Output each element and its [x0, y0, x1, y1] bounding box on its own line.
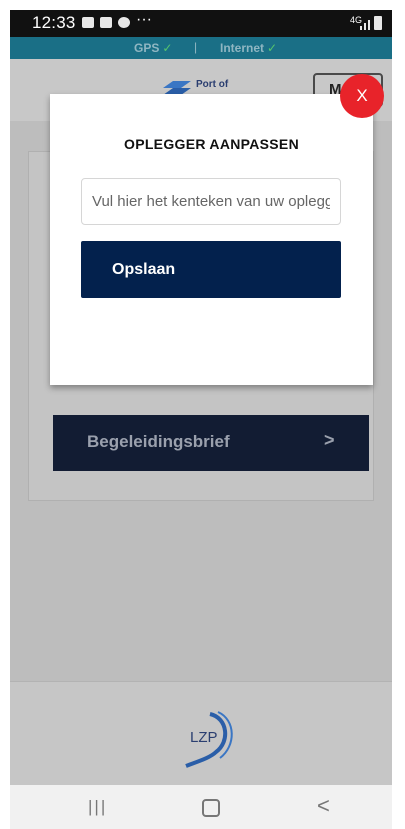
- footer: LZP: [10, 681, 392, 785]
- battery-icon: [374, 16, 382, 30]
- gallery-icon: [82, 17, 94, 28]
- modal-title: OPLEGGER AANPASSEN: [124, 136, 299, 152]
- chevron-right-icon: >: [324, 430, 335, 450]
- internet-label: Internet: [220, 41, 265, 55]
- message-icon: [100, 17, 112, 28]
- oplegger-modal: OPLEGGER AANPASSEN Opslaan: [50, 94, 373, 385]
- save-button[interactable]: Opslaan: [81, 241, 341, 298]
- license-plate-input[interactable]: [81, 178, 341, 225]
- begeleidingsbrief-button[interactable]: Begeleidingsbrief >: [53, 415, 369, 471]
- gps-label: GPS: [134, 41, 160, 55]
- more-notifications-icon: ···: [136, 11, 152, 28]
- begeleidingsbrief-label: Begeleidingsbrief: [87, 432, 230, 451]
- status-time: 12:33: [32, 13, 76, 32]
- lzp-logo-text: LZP: [190, 729, 218, 746]
- port-logo-text: Port of: [196, 79, 229, 90]
- back-button[interactable]: <: [317, 793, 330, 819]
- internet-check-icon: ✓: [267, 41, 278, 55]
- gps-status: GPS ✓: [134, 41, 172, 55]
- connectivity-bar: GPS ✓ | Internet ✓: [10, 37, 392, 59]
- home-button[interactable]: [202, 799, 220, 817]
- recent-apps-button[interactable]: |||: [88, 797, 107, 817]
- app-notification-icon: [118, 17, 130, 28]
- close-button[interactable]: X: [340, 74, 384, 118]
- status-separator: |: [194, 40, 198, 54]
- system-nav-bar: ||| <: [10, 785, 392, 829]
- signal-icon: [360, 20, 370, 30]
- status-bar: 12:33 ··· 4G: [10, 10, 392, 37]
- internet-status: Internet ✓: [220, 41, 277, 55]
- lzp-logo: LZP: [185, 711, 233, 768]
- gps-check-icon: ✓: [162, 41, 173, 55]
